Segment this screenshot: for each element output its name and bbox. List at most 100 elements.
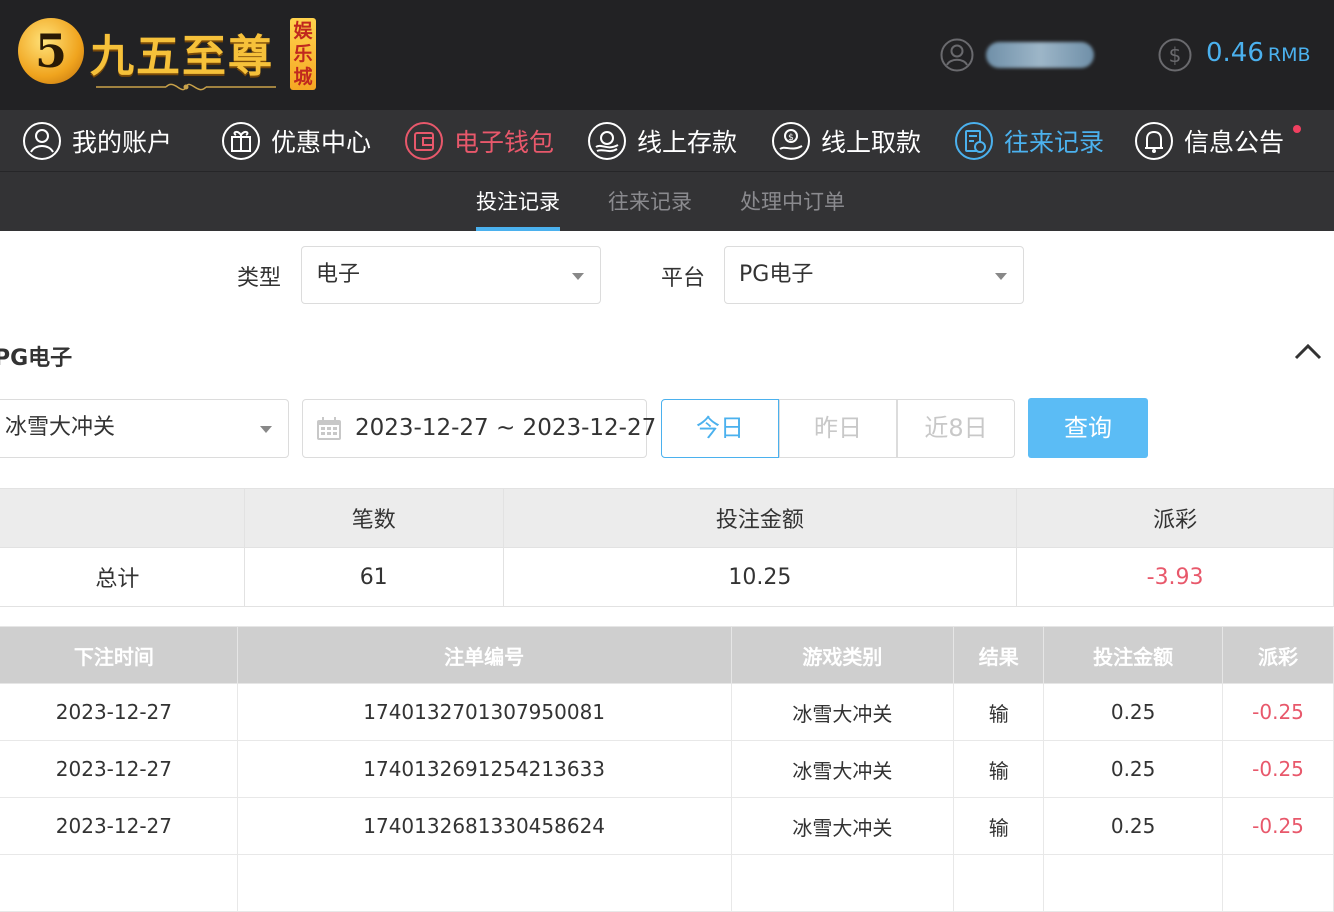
column-header-amount: 投注金额: [1043, 626, 1224, 684]
tab-bet-records[interactable]: 投注记录: [476, 186, 560, 216]
quick-today-button[interactable]: 今日: [661, 399, 779, 458]
nav-announcements[interactable]: 信息公告: [1134, 110, 1284, 172]
column-header-game: 游戏类别: [730, 626, 955, 684]
game-select[interactable]: 冰雪大冲关: [0, 399, 289, 458]
type-select[interactable]: 电子: [301, 246, 601, 304]
notification-dot: [1293, 125, 1301, 133]
section-title: PG电子: [0, 346, 73, 371]
platform-label: 平台: [661, 266, 706, 291]
cell-order-id: 1740132681330458624: [236, 797, 732, 855]
table-header-row: 下注时间 注单编号 游戏类别 结果 投注金额 派彩: [0, 626, 1334, 684]
logo-text: 九五至尊: [90, 31, 274, 82]
type-select-value: 电子: [316, 262, 361, 287]
table-row[interactable]: [0, 854, 1334, 912]
cell-time: 2023-12-27: [0, 683, 238, 741]
calendar-icon: [317, 417, 341, 440]
wallet-icon: [405, 122, 443, 160]
cell-amount: 0.25: [1043, 797, 1224, 855]
date-range-picker[interactable]: 2023-12-27 ~ 2023-12-27: [302, 399, 656, 458]
chevron-down-icon: [260, 426, 272, 433]
main-nav: 我的账户 优惠中心 电子钱包 线上存款 $ 线上取款 往来记录 信息公告: [0, 110, 1334, 172]
summary-total-amount: 10.25: [502, 547, 1018, 607]
cell-game: 冰雪大冲关: [730, 797, 955, 855]
nav-label: 电子钱包: [454, 128, 555, 157]
record-subtabs: 投注记录 往来记录 处理中订单: [0, 172, 1334, 231]
nav-label: 线上存款: [637, 128, 738, 157]
cell-time: 2023-12-27: [0, 797, 238, 855]
summary-header-cell: 笔数: [243, 488, 504, 548]
tab-transfer-records[interactable]: 往来记录: [608, 186, 692, 216]
cell-payout: -0.25: [1222, 683, 1334, 741]
logo-badge-text: 娱乐城: [293, 20, 313, 88]
summary-total-payout: -3.93: [1016, 547, 1334, 607]
platform-select-value: PG电子: [739, 262, 814, 287]
nav-label: 信息公告: [1184, 128, 1285, 157]
cell-amount: 0.25: [1043, 740, 1224, 798]
account-balance: 0.46 RMB: [1206, 38, 1311, 68]
table-row[interactable]: 2023-12-27 1740132681330458624 冰雪大冲关 输 0…: [0, 797, 1334, 855]
column-header-payout: 派彩: [1222, 626, 1334, 684]
nav-label: 往来记录: [1004, 128, 1105, 157]
game-select-value: 冰雪大冲关: [5, 415, 116, 440]
summary-total-count: 61: [243, 547, 504, 607]
chevron-down-icon: [995, 273, 1007, 280]
column-header-result: 结果: [953, 626, 1045, 684]
user-circle-icon: [23, 122, 61, 160]
bet-records-table: 下注时间 注单编号 游戏类别 结果 投注金额 派彩 2023-12-27 174…: [0, 626, 1334, 912]
platform-select[interactable]: PG电子: [724, 246, 1024, 304]
quick-yesterday-button[interactable]: 昨日: [779, 399, 897, 458]
bell-icon: [1135, 122, 1173, 160]
summary-total-label: 总计: [0, 547, 245, 607]
dollar-coin-icon: $: [1158, 38, 1192, 72]
summary-total-row: 总计 61 10.25 -3.93: [0, 547, 1334, 607]
chevron-down-icon: [572, 273, 584, 280]
logo-badge: 娱乐城: [290, 18, 316, 90]
user-avatar-icon[interactable]: [940, 38, 974, 72]
date-range-value: 2023-12-27 ~ 2023-12-27: [355, 415, 657, 441]
summary-header-cell: 派彩: [1016, 488, 1334, 548]
records-icon: [955, 122, 993, 160]
nav-promotions[interactable]: 优惠中心: [221, 110, 371, 172]
svg-text:$: $: [1169, 43, 1182, 67]
deposit-icon: [588, 122, 626, 160]
balance-value: 0.46: [1206, 38, 1264, 68]
brand-logo[interactable]: 5 九五至尊 娱乐城: [16, 14, 316, 96]
nav-online-deposit[interactable]: 线上存款: [587, 110, 737, 172]
cell-game: 冰雪大冲关: [730, 683, 955, 741]
summary-header-cell: [0, 488, 245, 548]
svg-text:$: $: [788, 133, 794, 143]
cell-order-id: 1740132701307950081: [236, 683, 732, 741]
table-row[interactable]: 2023-12-27 1740132701307950081 冰雪大冲关 输 0…: [0, 683, 1334, 741]
top-header: 5 九五至尊 娱乐城 $ 0.46 RMB: [0, 0, 1334, 110]
nav-label: 线上取款: [821, 128, 922, 157]
cell-result: 输: [953, 683, 1045, 741]
tab-pending-orders[interactable]: 处理中订单: [740, 186, 845, 216]
nav-transaction-records[interactable]: 往来记录: [954, 110, 1104, 172]
column-header-order-id: 注单编号: [236, 626, 732, 684]
active-tab-indicator: [476, 227, 560, 231]
table-row[interactable]: 2023-12-27 1740132691254213633 冰雪大冲关 输 0…: [0, 740, 1334, 798]
quick-8days-button[interactable]: 近8日: [897, 399, 1015, 458]
cell-game: 冰雪大冲关: [730, 740, 955, 798]
cell-result: 输: [953, 797, 1045, 855]
query-button[interactable]: 查询: [1028, 398, 1148, 458]
withdraw-icon: $: [772, 122, 810, 160]
cell-result: 输: [953, 740, 1045, 798]
nav-label: 我的账户: [72, 128, 173, 157]
summary-header-cell: 投注金额: [502, 488, 1018, 548]
cell-payout: -0.25: [1222, 797, 1334, 855]
logo-ornament: [96, 83, 276, 91]
gift-icon: [222, 122, 260, 160]
chevron-up-icon[interactable]: [1292, 340, 1324, 364]
nav-online-withdraw[interactable]: $ 线上取款: [771, 110, 921, 172]
nav-e-wallet[interactable]: 电子钱包: [404, 110, 554, 172]
username-redacted[interactable]: [986, 42, 1094, 68]
cell-order-id: 1740132691254213633: [236, 740, 732, 798]
balance-currency: RMB: [1267, 44, 1311, 66]
nav-my-account[interactable]: 我的账户: [22, 110, 172, 172]
nav-label: 优惠中心: [271, 128, 372, 157]
summary-table: 笔数 投注金额 派彩 总计 61 10.25 -3.93: [0, 488, 1334, 607]
summary-header-row: 笔数 投注金额 派彩: [0, 488, 1334, 548]
cell-time: 2023-12-27: [0, 740, 238, 798]
logo-emblem: 5: [18, 18, 84, 84]
